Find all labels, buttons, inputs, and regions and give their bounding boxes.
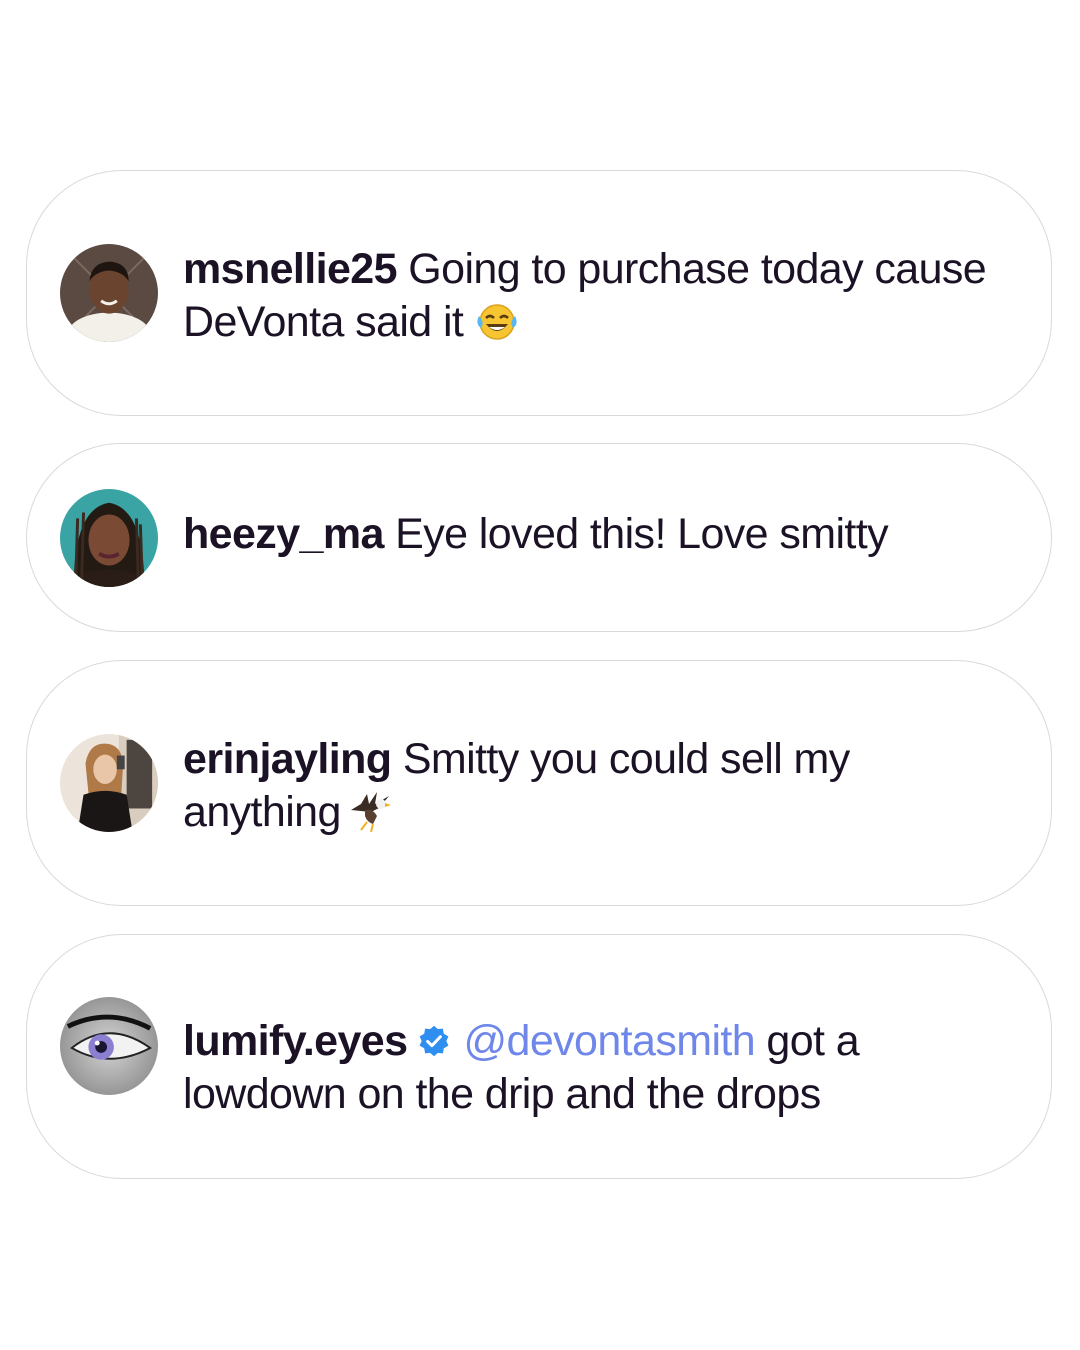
avatar-photo: [60, 734, 158, 832]
comment-body: Eye loved this! Love smitty: [395, 510, 888, 558]
comment-body-continued: anything: [183, 788, 341, 836]
comment-card: lumify.eyes @devontasmith got a lowdown …: [26, 934, 1052, 1179]
comment-card: erinjayling Smitty you could sell my any…: [26, 660, 1052, 906]
comment-card: msnellie25 Going to purchase today cause…: [26, 170, 1052, 416]
comment-text: lumify.eyes @devontasmith got a lowdown …: [183, 1015, 1011, 1121]
comment-text: heezy_ma Eye loved this! Love smitty: [183, 508, 1011, 561]
comment-body-continued: lowdown on the drip and the drops: [183, 1070, 821, 1118]
username[interactable]: lumify.eyes: [183, 1017, 408, 1065]
avatar[interactable]: [60, 244, 158, 342]
avatar-photo: [60, 244, 158, 342]
comment-body: got a: [766, 1017, 860, 1065]
avatar[interactable]: [60, 489, 158, 587]
username[interactable]: heezy_ma: [183, 510, 384, 558]
comment-body: Going to purchase today cause: [408, 245, 987, 293]
mention-link[interactable]: @devontasmith: [463, 1017, 755, 1065]
comment-text: erinjayling Smitty you could sell my any…: [183, 733, 1011, 845]
username[interactable]: erinjayling: [183, 735, 392, 783]
comment-body: Smitty you could sell my: [402, 735, 850, 783]
verified-badge-icon: [420, 1025, 449, 1057]
avatar-photo: [60, 997, 158, 1095]
comment-body-continued: DeVonta said it: [183, 298, 464, 346]
comment-text: msnellie25 Going to purchase today cause…: [183, 243, 1011, 355]
username[interactable]: msnellie25: [183, 245, 398, 293]
avatar[interactable]: [60, 734, 158, 832]
tears-of-joy-emoji-icon: [475, 302, 519, 355]
comment-card: heezy_ma Eye loved this! Love smitty: [26, 443, 1052, 632]
avatar-photo: [60, 489, 158, 587]
eagle-emoji-icon: [347, 790, 393, 845]
avatar[interactable]: [60, 997, 158, 1095]
